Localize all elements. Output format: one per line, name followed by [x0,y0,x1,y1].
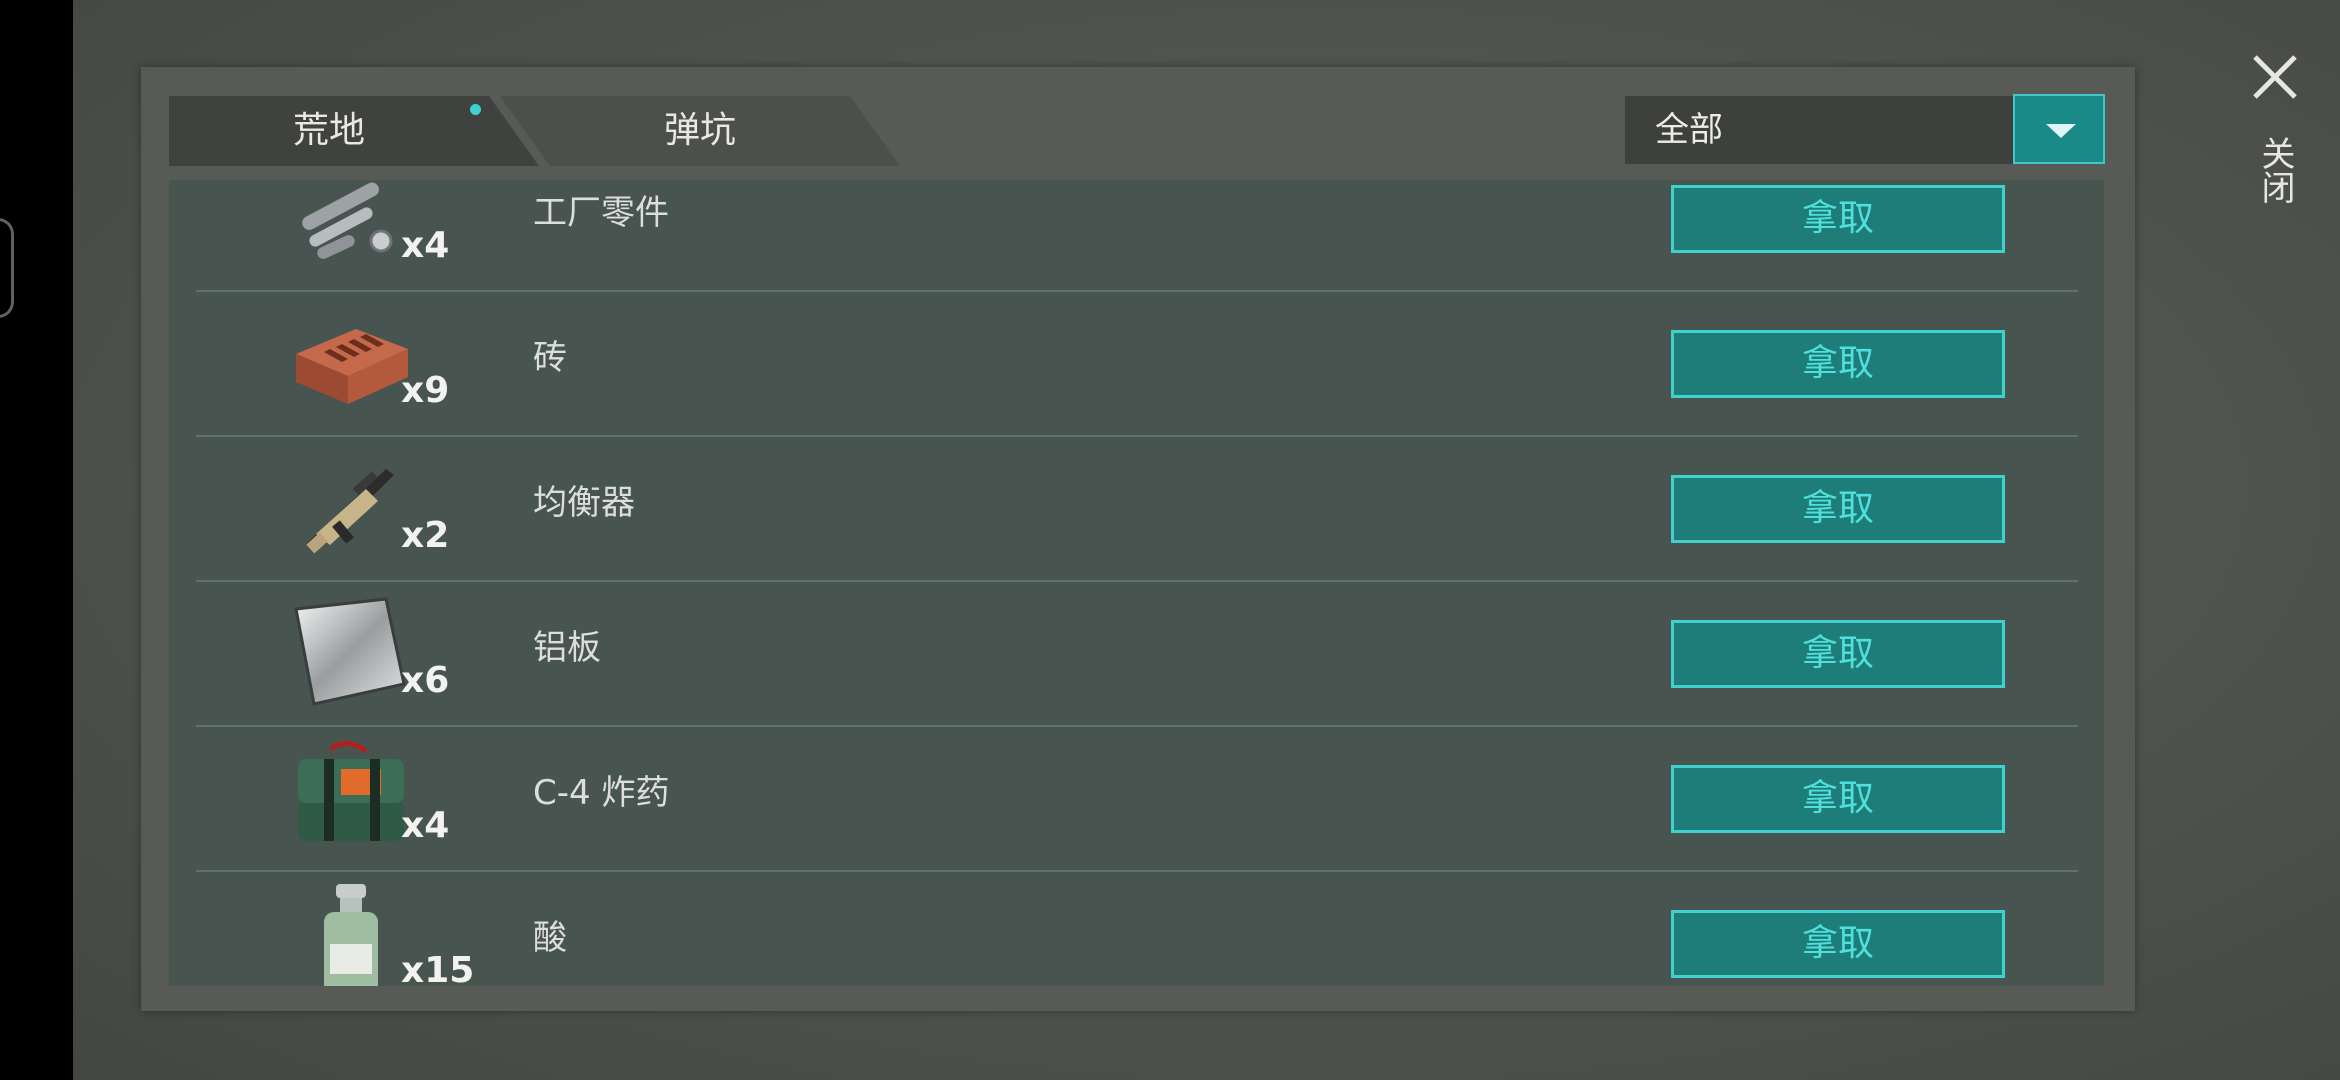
close-icon [2253,55,2297,99]
item-name: 酸 [533,918,567,958]
item-name: 工厂零件 [533,193,669,233]
filter-selected-value: 全部 [1655,110,1723,150]
list-item: x9 砖 拿取 [196,292,2078,437]
item-name: 均衡器 [533,483,635,523]
take-button[interactable]: 拿取 [1671,475,2005,543]
notification-dot-icon [470,104,481,115]
item-quantity: x4 [401,805,450,846]
tab-label: 弹坑 [663,110,736,151]
filter-toggle-button[interactable] [2013,94,2105,164]
item-list[interactable]: x4 工厂零件 拿取 x9 砖 拿取 x2 均衡器 拿取 x6 铝板 拿取 x4… [169,180,2104,986]
item-quantity: x15 [401,950,475,986]
tab-crater[interactable]: 弹坑 [500,96,900,166]
rifle-icon [306,469,394,554]
item-name: 砖 [533,338,567,378]
factory-parts-icon [302,182,393,259]
item-quantity: x2 [401,515,450,556]
brick-icon [296,329,408,404]
item-name: C-4 炸药 [533,773,670,813]
screen-edge [0,0,73,1080]
item-quantity: x6 [401,660,450,701]
list-item: x15 酸 拿取 [196,872,2078,986]
list-item: x6 铝板 拿取 [196,582,2078,727]
acid-bottle-icon [324,884,378,986]
tab-label: 荒地 [292,110,365,151]
chevron-down-icon [2046,124,2076,138]
take-button[interactable]: 拿取 [1671,910,2005,978]
category-filter-dropdown[interactable]: 全部 [1625,96,2015,164]
item-quantity: x9 [401,370,450,411]
take-button[interactable]: 拿取 [1671,620,2005,688]
take-button[interactable]: 拿取 [1671,765,2005,833]
side-handle-icon [0,218,14,318]
c4-explosive-icon [298,741,404,841]
list-item: x4 工厂零件 拿取 [196,180,2078,292]
list-item: x2 均衡器 拿取 [196,437,2078,582]
item-quantity: x4 [401,225,450,266]
tab-wasteland[interactable]: 荒地 [169,96,539,166]
list-item: x4 C-4 炸药 拿取 [196,727,2078,872]
aluminum-sheet-icon [294,597,406,706]
close-button[interactable]: 关闭 [2240,48,2310,218]
close-label: 关闭 [2255,136,2295,204]
item-name: 铝板 [533,628,601,668]
take-button[interactable]: 拿取 [1671,330,2005,398]
take-button[interactable]: 拿取 [1671,185,2005,253]
